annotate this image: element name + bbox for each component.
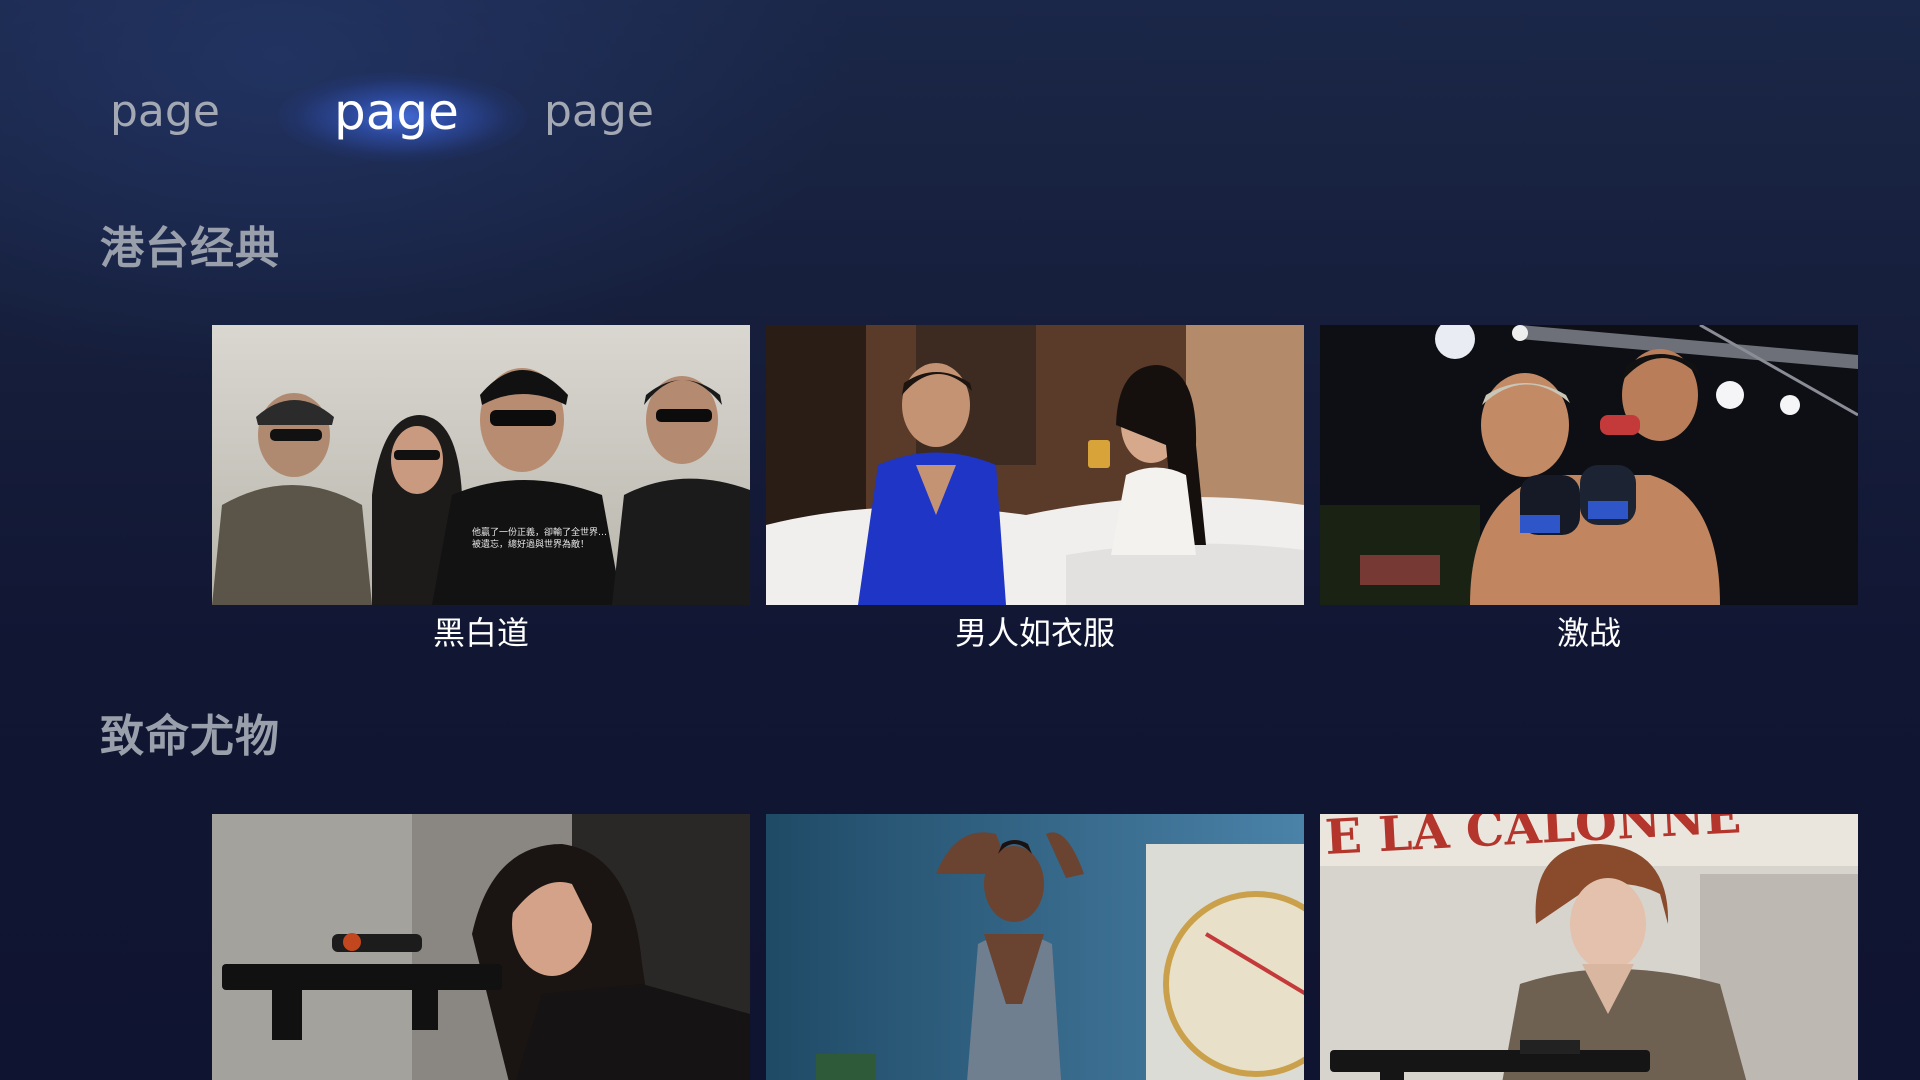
movie-card-ji-zhan[interactable]: 激战 xyxy=(1320,325,1858,655)
movie-poster: 他贏了一份正義，卻輸了全世界… 被遺忘，總好過與世界為敵！ xyxy=(212,325,750,605)
movie-card-hei-bai-dao[interactable]: 他贏了一份正義，卻輸了全世界… 被遺忘，總好過與世界為敵！ 黑白道 xyxy=(212,325,750,655)
movie-poster xyxy=(212,814,750,1080)
tab-page-1[interactable]: page xyxy=(110,72,220,152)
movie-card-femme-fatale-1[interactable] xyxy=(212,814,750,1080)
movie-card-nan-ren-ru-yi-fu[interactable]: 男人如衣服 xyxy=(766,325,1304,655)
movie-card-femme-fatale-3[interactable]: E LA CALONNE xyxy=(1320,814,1858,1080)
movie-card-femme-fatale-2[interactable] xyxy=(766,814,1304,1080)
movie-poster xyxy=(766,325,1304,605)
tab-page-2-active[interactable]: page xyxy=(334,72,459,152)
tab-page-3[interactable]: page xyxy=(544,72,654,152)
tv-home-screen: page page page 港台经典 他贏了一份正義，卻輸了全世界… 被遺忘，… xyxy=(0,0,1920,1080)
movie-poster xyxy=(766,814,1304,1080)
movie-title: 激战 xyxy=(1556,614,1621,652)
movie-poster: E LA CALONNE xyxy=(1320,814,1858,1080)
movie-title: 黑白道 xyxy=(432,614,529,652)
movie-title: 男人如衣服 xyxy=(954,614,1115,652)
poster-caption-line-1: 他贏了一份正義，卻輸了全世界… xyxy=(472,526,607,538)
poster-caption-line-2: 被遺忘，總好過與世界為敵！ xyxy=(472,538,589,550)
movie-poster xyxy=(1320,325,1858,605)
section-title-femme-fatale: 致命尤物 xyxy=(100,711,280,762)
section-title-hk-tw-classics: 港台经典 xyxy=(100,223,280,274)
